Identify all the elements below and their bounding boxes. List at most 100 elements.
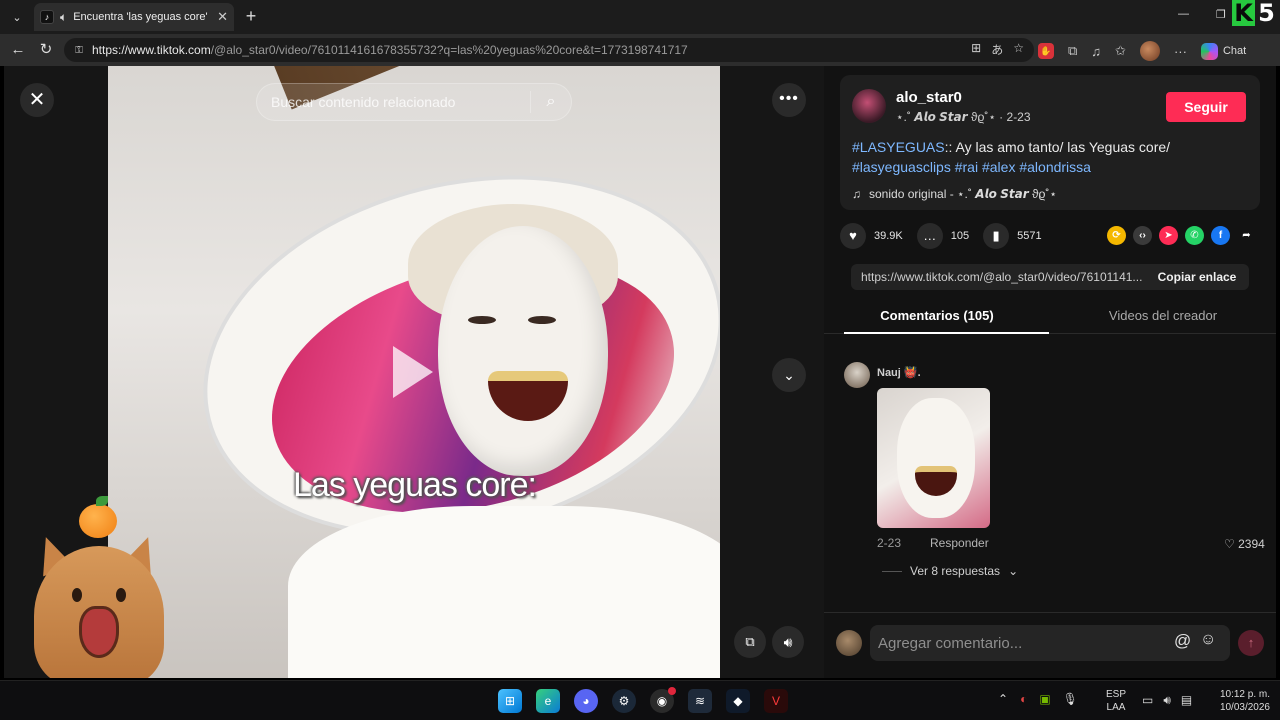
cat-mouth — [79, 606, 119, 658]
comment-image[interactable] — [877, 388, 990, 528]
heart-icon[interactable]: ♥ — [840, 223, 866, 249]
hashtag-link[interactable]: #alondrissa — [1019, 159, 1091, 175]
related-search-input[interactable] — [257, 94, 530, 110]
video-person-body — [288, 506, 720, 678]
video-player[interactable]: Las yeguas core: — [108, 66, 720, 678]
audio-app-icon[interactable]: ≋ — [688, 689, 712, 713]
repost-icon[interactable]: ⟳ — [1107, 226, 1126, 245]
site-info-icon[interactable]: ⚿ — [72, 43, 86, 57]
music-suffix: ϑϱ˚⋆ — [1031, 187, 1057, 201]
speaker-icon[interactable]: 🔈︎ — [60, 10, 67, 25]
tray-app-icon[interactable]: ◐ — [1020, 692, 1027, 706]
back-arrow-icon[interactable]: ← — [8, 40, 28, 60]
settings-more-icon[interactable]: ··· — [1174, 44, 1187, 59]
favorites-icon[interactable]: ✩ — [1115, 43, 1126, 59]
hashtag-link[interactable]: #lasyeguasclips — [852, 159, 951, 175]
search-icon[interactable]: ⌕ — [531, 93, 571, 111]
favorite-star-icon[interactable]: ☆ — [1013, 41, 1024, 58]
close-video-button[interactable]: ✕ — [20, 83, 54, 117]
discord-icon[interactable]: ◕ — [574, 689, 598, 713]
show-hidden-icons-icon[interactable]: ⌃ — [998, 692, 1008, 706]
url-text[interactable]: https://www.tiktok.com/@alo_star0/video/… — [92, 43, 688, 57]
music-name: 𝘼𝙡𝙤 𝙎𝙩𝙖𝙧 — [975, 187, 1029, 201]
lang-bottom: LAA — [1106, 702, 1126, 713]
embed-code-icon[interactable]: ‹› — [1133, 226, 1152, 245]
mention-icon[interactable]: @ — [1174, 631, 1191, 651]
related-search[interactable]: ⌕ — [256, 83, 572, 121]
reply-button[interactable]: Responder — [930, 536, 989, 550]
play-icon[interactable] — [393, 346, 433, 398]
share-arrow-icon[interactable]: ➦ — [1237, 226, 1256, 245]
whatsapp-icon[interactable]: ✆ — [1185, 226, 1204, 245]
view-replies-label: Ver 8 respuestas — [910, 564, 1001, 578]
video-eye-right — [528, 316, 556, 324]
clock[interactable]: 10:12 p. m. 10/03/2026 — [1206, 688, 1270, 714]
steam-icon[interactable]: ⚙ — [612, 689, 636, 713]
music-line[interactable]: ♫ sonido original - ⋆.˚ 𝘼𝙡𝙤 𝙎𝙩𝙖𝙧 ϑϱ˚⋆ — [852, 187, 1057, 201]
tab-comments[interactable]: Comentarios (105) — [824, 302, 1050, 333]
microphone-icon[interactable]: 🎙︎ — [1063, 692, 1078, 706]
reload-icon[interactable]: ↻ — [36, 40, 56, 60]
like-action[interactable]: ♥ 39.9K — [840, 223, 903, 249]
follow-button[interactable]: Seguir — [1166, 92, 1246, 122]
tiktok-icon: ♪ — [40, 10, 54, 24]
picture-in-picture-icon[interactable]: ⧉ — [734, 626, 766, 658]
browser-tab[interactable]: ♪ 🔈︎ Encuentra 'las yeguas core' en ✕ — [34, 3, 234, 31]
post-link[interactable]: https://www.tiktok.com/@alo_star0/video/… — [851, 270, 1145, 284]
url-field[interactable]: ⚿ https://www.tiktok.com/@alo_star0/vide… — [64, 38, 1034, 62]
media-control-icon[interactable]: ♫ — [1091, 44, 1101, 59]
restore-icon[interactable]: ❐ — [1216, 8, 1226, 21]
edge-icon[interactable]: e — [536, 689, 560, 713]
author-meta-prefix: ⋆.˚ — [896, 110, 911, 124]
comment-action[interactable]: … 105 — [916, 223, 970, 249]
tiktok-page: Las yeguas core: ✕ ⌕ ••• ⌄ ⧉ 🔊︎ alo_star… — [4, 66, 1276, 678]
obs-icon[interactable]: ◉ — [650, 687, 676, 713]
app-available-icon[interactable]: ⊞ — [971, 41, 981, 58]
view-replies-button[interactable]: Ver 8 respuestas ⌄ — [882, 564, 1018, 578]
heart-outline-icon[interactable]: ♡ — [1224, 537, 1235, 551]
extension-shield-icon[interactable]: ✋ — [1038, 43, 1054, 59]
author-username[interactable]: alo_star0 — [896, 89, 962, 106]
volume-tray-icon: 🔊︎ — [1163, 693, 1171, 707]
replies-line — [882, 570, 902, 572]
input-language[interactable]: ESP LAA — [1106, 688, 1126, 714]
copilot-chat-button[interactable]: Chat — [1200, 42, 1246, 60]
volume-icon[interactable]: 🔊︎ — [772, 626, 804, 658]
commenter-name[interactable]: Nauj 👹. — [877, 366, 921, 379]
more-options-button[interactable]: ••• — [772, 83, 806, 117]
tab-close-icon[interactable]: ✕ — [217, 9, 228, 25]
author-avatar[interactable] — [852, 89, 886, 123]
comment-bubble-icon[interactable]: … — [916, 223, 943, 249]
extensions-puzzle-icon[interactable]: ⧉ — [1068, 43, 1077, 59]
send-arrow-icon[interactable]: ↑ — [1238, 630, 1264, 656]
vpn-app-icon[interactable]: ◆ — [726, 689, 750, 713]
copy-link-button[interactable]: Copiar enlace — [1145, 270, 1249, 284]
facebook-icon[interactable]: f — [1211, 226, 1230, 245]
new-tab-button[interactable]: + — [240, 6, 262, 28]
comment-count: 105 — [950, 230, 970, 242]
valorant-icon[interactable]: V — [764, 689, 788, 713]
video-stage: Las yeguas core: ✕ ⌕ ••• ⌄ ⧉ 🔊︎ — [4, 66, 824, 678]
quick-settings[interactable]: ▭ 🔊︎ ▤ — [1142, 693, 1192, 708]
tab-actions-chevron-icon[interactable]: ⌄ — [6, 6, 28, 28]
comment-like[interactable]: ♡ 2394 — [1224, 537, 1265, 551]
hashtag-link[interactable]: #LASYEGUAS — [852, 139, 945, 155]
minimize-icon[interactable]: — — [1178, 8, 1189, 20]
commenter-avatar[interactable] — [844, 362, 870, 388]
bookmark-icon[interactable]: ▮ — [983, 223, 1010, 249]
translate-icon[interactable]: あ — [991, 41, 1003, 58]
next-video-chevron-icon[interactable]: ⌄ — [772, 358, 806, 392]
hashtag-link[interactable]: #alex — [982, 159, 1015, 175]
like-count: 39.9K — [874, 230, 903, 242]
comments-list[interactable]: Nauj 👹. 2-23 Responder ♡ 2394 Ver 8 resp… — [824, 334, 1276, 612]
emoji-icon[interactable]: ☺ — [1200, 631, 1216, 649]
hashtag-link[interactable]: #rai — [955, 159, 978, 175]
send-to-friends-icon[interactable]: ➤ — [1159, 226, 1178, 245]
tab-creator-videos[interactable]: Videos del creador — [1050, 302, 1276, 333]
cat-orange — [79, 504, 117, 538]
profile-avatar[interactable] — [1139, 41, 1160, 61]
chevron-down-icon: ⌄ — [1008, 564, 1019, 578]
windows-start-icon[interactable]: ⊞ — [498, 689, 522, 713]
nvidia-icon[interactable]: ▣ — [1039, 692, 1050, 706]
save-action[interactable]: ▮ 5571 — [983, 223, 1042, 249]
